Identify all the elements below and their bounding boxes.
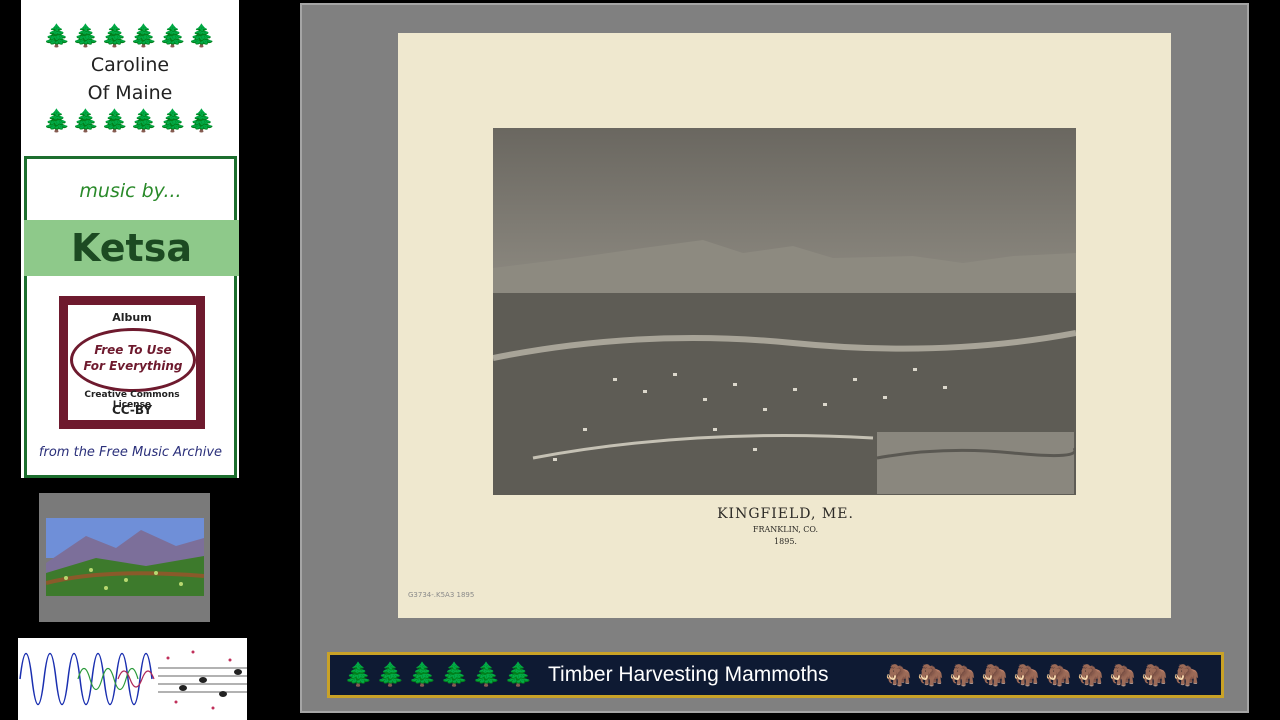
map-title: KINGFIELD, ME. <box>717 506 854 522</box>
title-card: 🌲🌲🌲🌲🌲🌲 Caroline Of Maine 🌲🌲🌲🌲🌲🌲 music by… <box>21 0 239 478</box>
artist-name-line1: Caroline <box>90 54 170 76</box>
tree-icon: 🌲 <box>344 662 376 688</box>
tree-icon: 🌲 <box>101 109 130 134</box>
map-subtitle: FRANKLIN, CO. <box>752 525 819 534</box>
mammoth-decoration: 🦣 🦣 🦣 🦣 🦣 🦣 🦣 🦣 🦣 🦣 <box>883 655 1203 695</box>
tree-icon: 🌲 <box>408 662 440 688</box>
music-by-label: music by... <box>79 180 182 202</box>
album-oval: Free To Use For Everything <box>70 328 196 392</box>
tree-row-top: 🌲🌲🌲🌲🌲🌲 <box>21 25 239 49</box>
album-title: Free To Use For Everything <box>73 342 193 374</box>
album-badge: Album Free To Use For Everything Creativ… <box>59 296 205 429</box>
birdseye-view-print <box>493 128 1076 495</box>
tree-icon: 🌲 <box>188 109 217 134</box>
landscape-image <box>46 518 204 596</box>
mammoth-icon: 🦣 <box>1077 663 1105 687</box>
mammoth-icon: 🦣 <box>885 663 913 687</box>
tree-icon: 🌲 <box>159 109 188 134</box>
tree-decoration: 🌲🌲🌲🌲🌲🌲 <box>344 655 536 695</box>
map-call-number: G3734-.K5A3 1895 <box>408 591 475 599</box>
tree-icon: 🌲 <box>188 24 217 49</box>
tree-icon: 🌲 <box>72 24 101 49</box>
tree-icon: 🌲 <box>43 24 72 49</box>
mammoth-icon: 🦣 <box>917 663 945 687</box>
artist-name-line2: Of Maine <box>87 82 173 104</box>
mammoth-icon: 🦣 <box>981 663 1009 687</box>
license-code: CC-BY <box>111 403 153 417</box>
tree-icon: 🌲 <box>472 662 504 688</box>
mammoth-icon: 🦣 <box>1013 663 1041 687</box>
media-viewer: KINGFIELD, ME. FRANKLIN, CO. 1895. G3734… <box>300 3 1249 713</box>
tree-icon: 🌲 <box>504 662 536 688</box>
source-credit: from the Free Music Archive <box>38 445 223 460</box>
mammoth-icon: 🦣 <box>949 663 977 687</box>
tree-icon: 🌲 <box>376 662 408 688</box>
map-inset-view <box>877 432 1074 494</box>
mammoth-icon: 🦣 <box>1045 663 1073 687</box>
mammoth-icon: 🦣 <box>1173 663 1201 687</box>
album-label: Album <box>112 311 152 324</box>
album-title-line2: For Everything <box>83 359 183 373</box>
waveform-visualizer <box>18 638 247 720</box>
mammoth-icon: 🦣 <box>1141 663 1169 687</box>
tree-icon: 🌲 <box>130 24 159 49</box>
tree-row-bottom: 🌲🌲🌲🌲🌲🌲 <box>21 110 239 134</box>
tree-icon: 🌲 <box>72 109 101 134</box>
tree-icon: 🌲 <box>43 109 72 134</box>
tree-icon: 🌲 <box>101 24 130 49</box>
tree-icon: 🌲 <box>130 109 159 134</box>
musician-band: Ketsa <box>24 220 239 276</box>
mammoth-icon: 🦣 <box>1109 663 1137 687</box>
music-credit-box: music by... Ketsa Album Free To Use For … <box>24 156 239 478</box>
musician-name: Ketsa <box>71 226 192 270</box>
landscape-thumbnail <box>39 493 210 622</box>
album-title-line1: Free To Use <box>94 343 172 357</box>
historical-map-sheet: KINGFIELD, ME. FRANKLIN, CO. 1895. G3734… <box>398 33 1171 618</box>
track-title-bar: 🌲🌲🌲🌲🌲🌲 Timber Harvesting Mammoths 🦣 🦣 🦣 🦣 🦣 🦣… <box>327 652 1224 698</box>
map-year: 1895. <box>774 537 797 546</box>
track-title: Timber Harvesting Mammoths <box>548 663 829 686</box>
tree-icon: 🌲 <box>159 24 188 49</box>
tree-icon: 🌲 <box>440 662 472 688</box>
